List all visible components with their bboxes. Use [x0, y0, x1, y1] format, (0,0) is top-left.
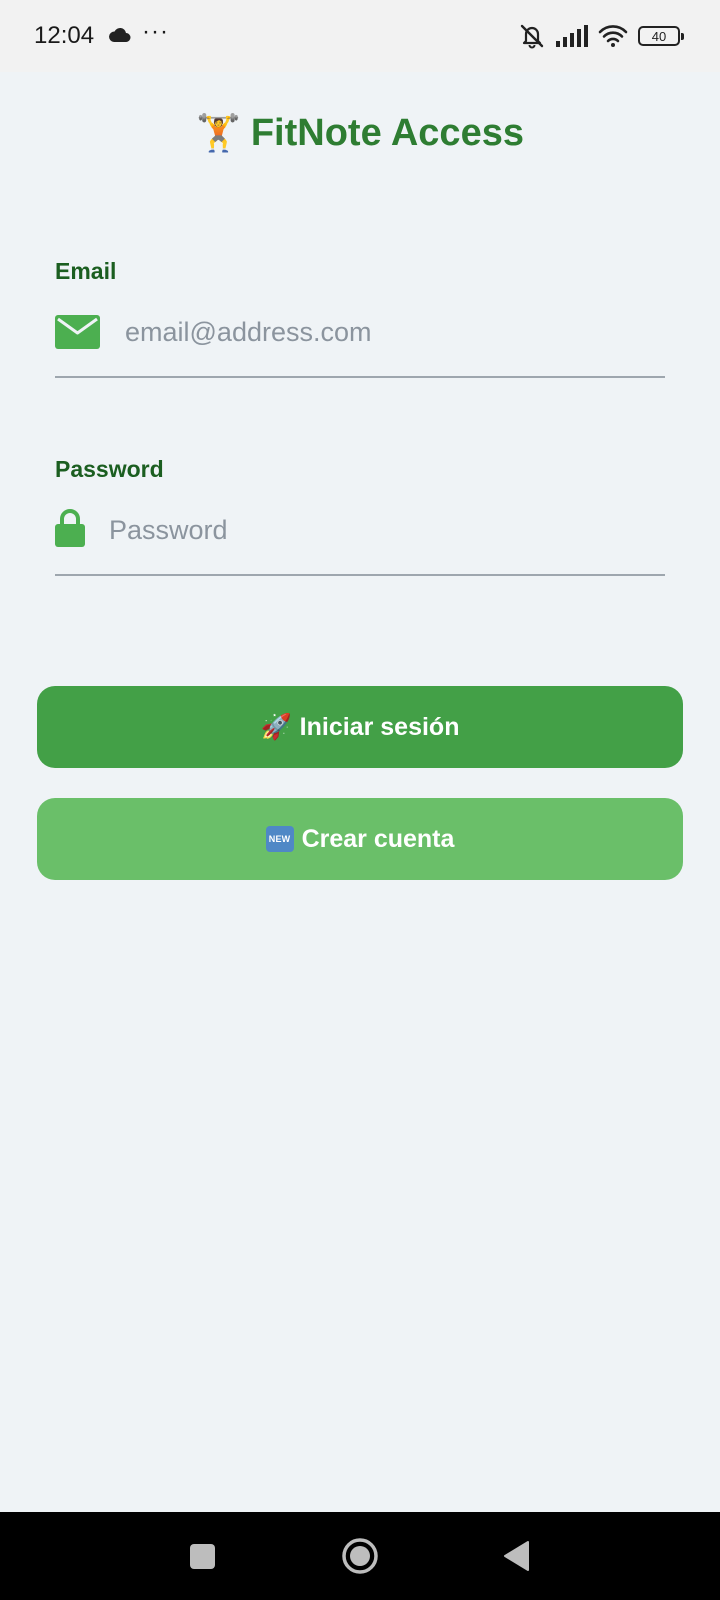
mail-icon: [55, 315, 100, 349]
mute-icon: [520, 24, 544, 49]
recents-icon[interactable]: [190, 1544, 215, 1569]
home-icon[interactable]: [341, 1537, 379, 1575]
create-account-button[interactable]: NEW Crear cuenta: [37, 798, 683, 880]
app-title-text: FitNote Access: [250, 112, 524, 154]
email-field: [55, 298, 665, 378]
password-input[interactable]: [109, 496, 655, 564]
back-icon[interactable]: [502, 1540, 530, 1572]
password-field: [55, 496, 665, 576]
cloud-icon: [109, 27, 131, 42]
email-input[interactable]: [125, 298, 655, 366]
wifi-icon: [598, 25, 628, 47]
page-title: 🏋️ FitNote Access: [0, 112, 720, 155]
status-icons: 40: [518, 22, 684, 50]
create-account-button-label: Crear cuenta: [301, 824, 455, 853]
new-icon: NEW: [265, 826, 294, 852]
navigation-bar: [0, 1512, 720, 1600]
rocket-icon: 🚀: [260, 712, 292, 741]
signal-icon: [556, 25, 588, 47]
lock-icon: [55, 509, 85, 547]
battery-icon: 40: [638, 26, 684, 46]
status-time: 12:04: [34, 22, 95, 49]
password-label: Password: [55, 456, 164, 482]
status-bar: 12:04 ··· 40: [0, 0, 720, 72]
weightlifter-icon: 🏋️: [196, 112, 241, 153]
more-notifications-icon: ···: [142, 18, 169, 45]
battery-level: 40: [651, 28, 667, 44]
login-button-label: Iniciar sesión: [299, 712, 460, 741]
email-label: Email: [55, 258, 117, 284]
login-button[interactable]: 🚀 Iniciar sesión: [37, 686, 683, 768]
